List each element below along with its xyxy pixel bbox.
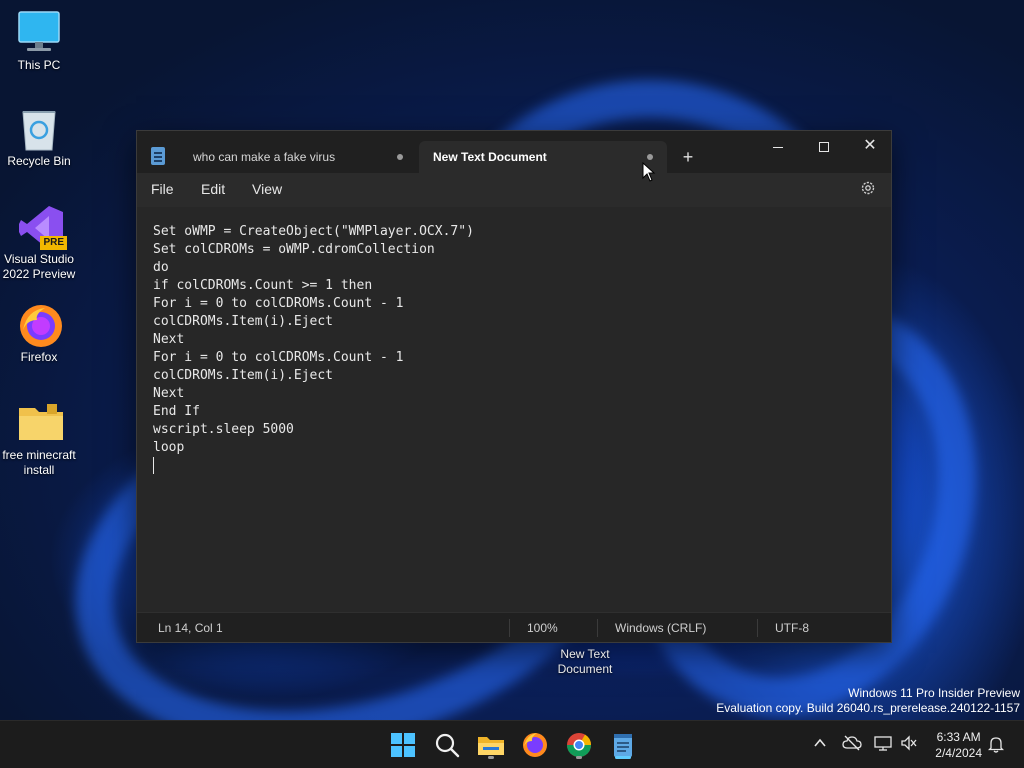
tab-label: New Text Document <box>433 150 547 164</box>
firefox-icon <box>17 302 62 347</box>
desktop-icon-label: free minecraft install <box>2 448 76 477</box>
taskbar-clock[interactable]: 6:33 AM 2/4/2024 <box>935 729 982 761</box>
code-line: wscript.sleep 5000 <box>153 422 294 437</box>
search-button[interactable] <box>431 729 463 761</box>
unsaved-dot-icon[interactable] <box>647 154 653 160</box>
code-line: For i = 0 to colCDROMs.Count - 1 <box>153 296 404 311</box>
unsaved-dot-icon[interactable] <box>397 154 403 160</box>
network-status[interactable] <box>873 735 893 755</box>
monitor-icon <box>17 10 61 54</box>
mouse-pointer-icon <box>642 162 656 182</box>
status-line-ending[interactable]: Windows (CRLF) <box>615 621 706 635</box>
desktop-document-label[interactable]: New Text Document <box>548 647 622 677</box>
cloud-off-icon <box>842 735 862 751</box>
desktop-icon-label: Visual Studio 2022 Preview <box>2 252 76 281</box>
taskbar: 6:33 AM 2/4/2024 <box>0 720 1024 768</box>
status-zoom[interactable]: 100% <box>527 621 558 635</box>
code-line: Next <box>153 332 185 347</box>
code-line: loop <box>153 440 185 455</box>
desktop-icon-minecraft-folder[interactable]: free minecraft install <box>1 400 77 478</box>
minimize-icon <box>773 146 783 148</box>
code-line: Set colCDROMs = oWMP.cdromCollection <box>153 242 435 257</box>
search-icon <box>435 733 460 758</box>
start-icon <box>391 733 415 757</box>
taskbar-firefox[interactable] <box>519 729 551 761</box>
folder-icon <box>17 400 63 444</box>
text-editor[interactable]: Set oWMP = CreateObject("WMPlayer.OCX.7"… <box>137 207 891 611</box>
taskbar-file-explorer[interactable] <box>475 729 507 761</box>
code-line: if colCDROMs.Count >= 1 then <box>153 278 373 293</box>
active-app-indicator <box>615 756 631 759</box>
running-indicator <box>488 756 494 759</box>
watermark-build: Evaluation copy. Build 26040.rs_prerelea… <box>716 701 1020 715</box>
title-bar[interactable]: who can make a fake virus New Text Docum… <box>137 131 891 173</box>
desktop-icon-this-pc[interactable]: This PC <box>1 10 77 73</box>
gear-icon <box>861 181 875 195</box>
visual-studio-icon: PRE <box>17 204 67 250</box>
status-cursor-position: Ln 14, Col 1 <box>158 621 223 635</box>
notepad-app-icon <box>151 147 165 165</box>
notepad-window: who can make a fake virus New Text Docum… <box>136 130 892 643</box>
recycle-bin-icon <box>17 106 61 151</box>
new-tab-button[interactable]: + <box>675 145 701 171</box>
notifications-button[interactable] <box>986 735 1006 755</box>
status-bar: Ln 14, Col 1 100% Windows (CRLF) UTF-8 <box>137 612 891 642</box>
status-divider <box>757 619 758 637</box>
clock-date: 2/4/2024 <box>935 746 982 760</box>
volume-status[interactable] <box>899 735 919 755</box>
close-button[interactable]: ✕ <box>847 131 893 163</box>
status-divider <box>597 619 598 637</box>
menu-bar: File Edit View <box>137 173 891 207</box>
desktop-icon-label: This PC <box>17 58 61 72</box>
desktop-icon-recycle-bin[interactable]: Recycle Bin <box>1 106 77 169</box>
code-line: colCDROMs.Item(i).Eject <box>153 368 334 383</box>
maximize-icon <box>819 142 829 153</box>
taskbar-chrome[interactable] <box>563 729 595 761</box>
tab-label: who can make a fake virus <box>193 150 336 164</box>
status-encoding[interactable]: UTF-8 <box>775 621 809 635</box>
tab-new-text-document[interactable]: New Text Document <box>419 141 667 173</box>
code-line: Next <box>153 386 185 401</box>
start-button[interactable] <box>387 729 419 761</box>
onedrive-status[interactable] <box>842 735 862 755</box>
code-line: do <box>153 260 169 275</box>
menu-edit[interactable]: Edit <box>201 181 225 197</box>
maximize-button[interactable] <box>801 131 847 163</box>
chevron-up-icon <box>814 738 826 747</box>
minimize-button[interactable] <box>755 131 801 163</box>
desktop-icon-label: Firefox <box>20 350 58 364</box>
bell-icon <box>987 737 1005 753</box>
desktop-icon-visual-studio[interactable]: PRE Visual Studio 2022 Preview <box>1 204 77 282</box>
preview-badge: PRE <box>40 236 67 250</box>
show-hidden-icons-button[interactable] <box>810 735 830 755</box>
firefox-icon <box>523 733 547 757</box>
close-icon: ✕ <box>863 137 877 154</box>
volume-muted-icon <box>901 735 917 751</box>
menu-view[interactable]: View <box>252 181 282 197</box>
code-line: End If <box>153 404 200 419</box>
desktop-icon-label: Recycle Bin <box>7 154 71 168</box>
watermark-edition: Windows 11 Pro Insider Preview <box>848 686 1020 700</box>
menu-file[interactable]: File <box>151 181 174 197</box>
clock-time: 6:33 AM <box>936 730 981 744</box>
taskbar-notepad[interactable] <box>607 729 639 761</box>
code-line: colCDROMs.Item(i).Eject <box>153 314 334 329</box>
status-divider <box>509 619 510 637</box>
text-caret <box>153 457 154 474</box>
code-line: For i = 0 to colCDROMs.Count - 1 <box>153 350 404 365</box>
settings-button[interactable] <box>859 180 877 198</box>
editor-text[interactable]: Set oWMP = CreateObject("WMPlayer.OCX.7"… <box>153 223 474 475</box>
network-icon <box>874 736 892 751</box>
code-line: Set oWMP = CreateObject("WMPlayer.OCX.7"… <box>153 224 474 239</box>
tab-who-can-make-a-fake-virus[interactable]: who can make a fake virus <box>179 141 417 173</box>
windows-watermark: Windows 11 Pro Insider Preview Evaluatio… <box>716 686 1020 716</box>
desktop-icon-firefox[interactable]: Firefox <box>1 302 77 365</box>
running-indicator <box>576 756 582 759</box>
text-caret-line <box>153 457 474 475</box>
